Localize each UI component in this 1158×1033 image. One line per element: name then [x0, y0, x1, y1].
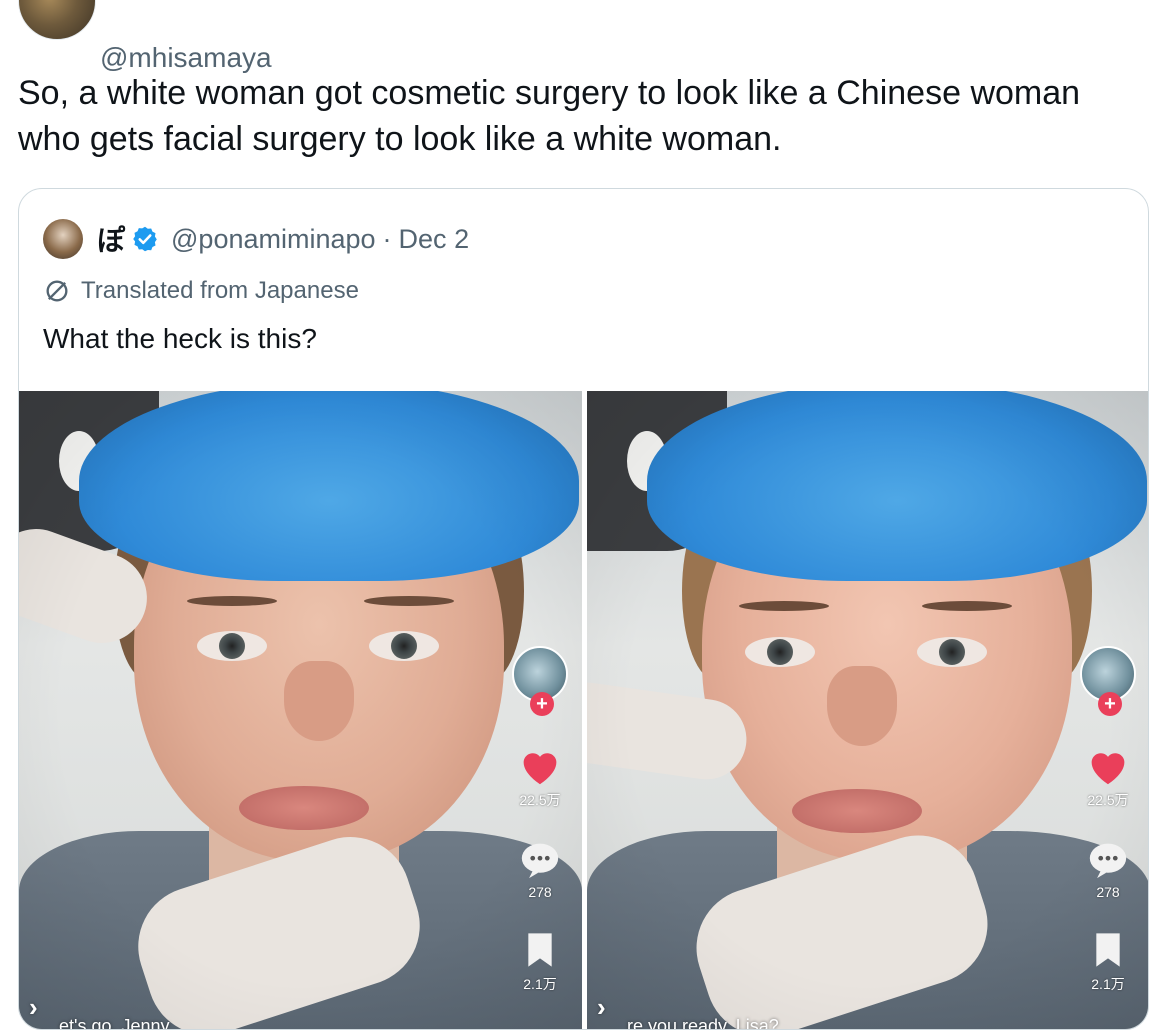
tiktok-side-rail: + 22.5万 278 2.1万 — [512, 646, 568, 994]
translate-icon — [46, 280, 68, 302]
author-avatar[interactable] — [18, 0, 96, 40]
heart-icon[interactable] — [518, 746, 562, 786]
comment-icon[interactable] — [1086, 840, 1130, 880]
bookmark-icon[interactable] — [522, 930, 558, 970]
save-count: 2.1万 — [523, 976, 557, 992]
comment-count: 278 — [1096, 884, 1120, 900]
media-grid: + 22.5万 278 2.1万 › et's go, Jenny + 22.5… — [19, 391, 1148, 1030]
quoted-tweet-date[interactable]: Dec 2 — [399, 224, 470, 255]
creator-avatar[interactable]: + — [1080, 646, 1136, 716]
like-count: 22.5万 — [519, 792, 561, 808]
plus-icon[interactable]: + — [1098, 692, 1122, 716]
vignette — [587, 391, 1148, 1029]
comment-count: 278 — [528, 884, 552, 900]
save-count: 2.1万 — [1091, 976, 1125, 992]
video-caption: re you ready, Lisa? — [627, 1016, 779, 1030]
header-separator: · — [382, 223, 392, 254]
quoted-tweet-text: What the heck is this? — [43, 323, 317, 354]
tweet-text: So, a white woman got cosmetic surgery t… — [18, 74, 1081, 158]
chevron-icon[interactable]: › — [29, 992, 38, 1023]
media-image-after[interactable]: + 22.5万 278 2.1万 › re you ready, Lisa? — [587, 391, 1148, 1030]
video-caption: et's go, Jenny — [59, 1016, 170, 1030]
comment-icon[interactable] — [518, 840, 562, 880]
creator-avatar[interactable]: + — [512, 646, 568, 716]
quoted-author-avatar[interactable] — [43, 219, 83, 259]
translated-text: Translated from Japanese — [81, 277, 359, 304]
heart-icon[interactable] — [1086, 746, 1130, 786]
verified-badge-icon — [133, 226, 157, 252]
translated-label[interactable]: Translated from Japanese — [43, 277, 359, 305]
chevron-icon[interactable]: › — [597, 992, 606, 1023]
plus-icon[interactable]: + — [530, 692, 554, 716]
quoted-author-handle[interactable]: @ponamiminapo — [171, 224, 376, 255]
author-header — [18, 0, 96, 40]
quoted-author-name[interactable]: ぽ — [97, 219, 125, 259]
quoted-tweet-header: ぽ @ponamiminapo · Dec 2 — [43, 219, 469, 259]
tiktok-side-rail: + 22.5万 278 2.1万 — [1080, 646, 1136, 994]
bookmark-icon[interactable] — [1090, 930, 1126, 970]
media-image-before[interactable]: + 22.5万 278 2.1万 › et's go, Jenny — [19, 391, 582, 1030]
like-count: 22.5万 — [1087, 792, 1129, 808]
quoted-tweet-card[interactable]: ぽ @ponamiminapo · Dec 2 Translated from … — [18, 188, 1149, 1030]
vignette — [19, 391, 582, 1029]
